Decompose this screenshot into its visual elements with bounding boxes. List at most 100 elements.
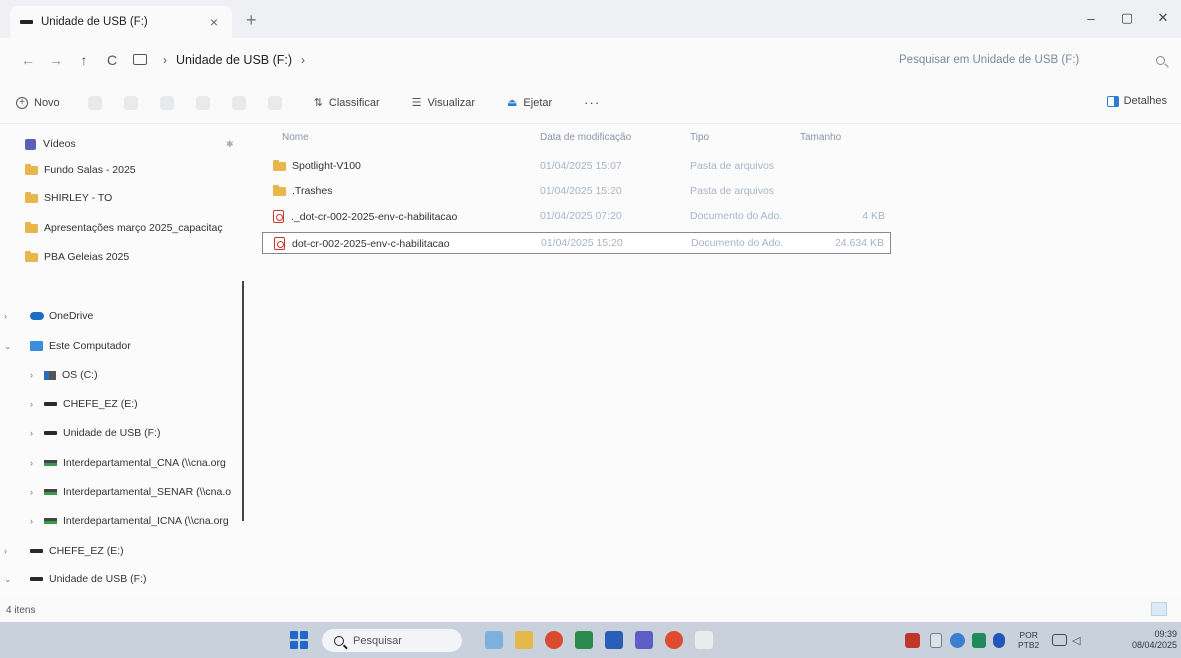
column-header-name[interactable]: Nome xyxy=(282,132,309,143)
computer-breadcrumb-button[interactable] xyxy=(126,52,154,68)
details-button[interactable]: Detalhes xyxy=(1106,95,1167,107)
item-count: 4 itens xyxy=(6,605,36,616)
widgets-icon[interactable] xyxy=(485,631,503,649)
usb-tray-icon[interactable] xyxy=(930,633,942,648)
breadcrumb-separator: › xyxy=(163,53,167,67)
sidebar-item-usb-f-root[interactable]: ⌄ Unidade de USB (F:) xyxy=(0,573,146,585)
folder-icon xyxy=(273,160,286,171)
active-tab[interactable]: Unidade de USB (F:) × xyxy=(10,6,232,38)
command-bar: + Novo ⇅ Classificar ☰ Visualizar ⏏ Ejet… xyxy=(0,82,1181,124)
sidebar-scrollbar[interactable] xyxy=(242,281,244,521)
details-view-toggle[interactable] xyxy=(1151,602,1167,616)
sidebar-item-label: Unidade de USB (F:) xyxy=(63,427,161,439)
refresh-button[interactable]: C xyxy=(98,52,126,68)
column-header-size[interactable]: Tamanho xyxy=(800,132,841,143)
search-placeholder: Pesquisar em Unidade de USB (F:) xyxy=(899,54,1080,66)
new-label: Novo xyxy=(34,96,60,109)
search-input[interactable]: Pesquisar em Unidade de USB (F:) xyxy=(889,47,1171,73)
file-row[interactable]: .Trashes 01/04/2025 15:20 Pasta de arqui… xyxy=(262,181,891,203)
sidebar-item-videos[interactable]: Vídeos xyxy=(25,138,76,150)
eject-button[interactable]: ⏏ Ejetar xyxy=(507,96,552,110)
network-drive-icon xyxy=(44,460,57,466)
column-header-date[interactable]: Data de modificação xyxy=(540,132,631,143)
view-button[interactable]: ☰ Visualizar xyxy=(412,96,475,110)
more-label: ··· xyxy=(584,95,601,110)
file-explorer-icon[interactable] xyxy=(515,631,533,649)
file-name: ._dot-cr-002-2025-env-c-habilitacao xyxy=(273,210,457,223)
file-row-selected[interactable]: dot-cr-002-2025-env-c-habilitacao 01/04/… xyxy=(262,232,891,254)
usb-drive-icon xyxy=(30,577,43,581)
network-tray-icon[interactable] xyxy=(950,633,965,648)
sidebar-item-fundo-salas[interactable]: Fundo Salas - 2025 xyxy=(25,163,136,176)
wifi-icon[interactable] xyxy=(1052,634,1067,646)
new-button[interactable]: + Novo xyxy=(16,96,60,109)
monitor-icon xyxy=(133,54,147,65)
dropbox-tray-icon[interactable] xyxy=(993,633,1005,648)
sidebar-item-interdepartamental-senar[interactable]: › Interdepartamental_SENAR (\\cna.o xyxy=(0,486,231,498)
paste-icon xyxy=(159,95,174,110)
tab-close-button[interactable]: × xyxy=(206,14,222,30)
sidebar-item-este-computador[interactable]: ⌄ Este Computador xyxy=(0,340,131,352)
volume-icon[interactable]: ◁ xyxy=(1072,634,1084,647)
sidebar-item-usb-f[interactable]: › Unidade de USB (F:) xyxy=(0,427,160,439)
sidebar-item-chefe-ez-e[interactable]: › CHEFE_EZ (E:) xyxy=(0,398,138,410)
powerpoint-icon[interactable] xyxy=(545,631,563,649)
breadcrumb-separator[interactable]: › xyxy=(301,53,305,67)
os-drive-icon xyxy=(44,370,56,380)
sidebar-item-label: Este Computador xyxy=(49,340,131,352)
file-row[interactable]: ._dot-cr-002-2025-env-c-habilitacao 01/0… xyxy=(262,206,891,228)
breadcrumb-current[interactable]: Unidade de USB (F:) xyxy=(176,53,292,67)
folder-icon xyxy=(273,185,286,196)
sort-button[interactable]: ⇅ Classificar xyxy=(314,96,380,110)
clock[interactable]: 09:39 08/04/2025 xyxy=(1132,629,1177,651)
chevron-right-icon[interactable]: › xyxy=(4,311,7,321)
back-button[interactable]: ← xyxy=(14,52,42,68)
file-name: .Trashes xyxy=(273,185,332,197)
chevron-right-icon[interactable]: › xyxy=(30,370,33,380)
chevron-down-icon[interactable]: ⌄ xyxy=(4,341,12,352)
start-button[interactable] xyxy=(290,631,308,649)
forward-button[interactable]: → xyxy=(42,52,70,68)
sort-label: Classificar xyxy=(328,96,380,109)
close-window-button[interactable]: ✕ xyxy=(1145,0,1181,36)
sidebar-item-shirley[interactable]: SHIRLEY - TO xyxy=(25,191,112,204)
input-language[interactable]: POR PTB2 xyxy=(1018,630,1039,650)
sidebar-item-interdepartamental-icna[interactable]: › Interdepartamental_ICNA (\\cna.org xyxy=(0,515,229,527)
sidebar-item-chefe-ez-e-root[interactable]: › CHEFE_EZ (E:) xyxy=(0,545,124,557)
sidebar-item-label: CHEFE_EZ (E:) xyxy=(49,545,124,557)
new-tab-button[interactable]: + xyxy=(246,10,257,31)
status-bar: 4 itens xyxy=(0,598,1181,622)
file-date: 01/04/2025 15:07 xyxy=(540,160,622,172)
chevron-right-icon[interactable]: › xyxy=(4,546,7,556)
chrome-icon[interactable] xyxy=(665,631,683,649)
sidebar-item-label: Interdepartamental_SENAR (\\cna.o xyxy=(63,486,232,498)
sidebar-item-onedrive[interactable]: › OneDrive xyxy=(0,310,93,322)
chevron-right-icon[interactable]: › xyxy=(30,516,33,526)
teams-icon[interactable] xyxy=(635,631,653,649)
chevron-right-icon[interactable]: › xyxy=(30,487,33,497)
up-button[interactable]: ↑ xyxy=(70,52,98,68)
sidebar-item-pba-geleias[interactable]: PBA Geleias 2025 xyxy=(25,250,129,263)
pdf-reader-icon[interactable] xyxy=(695,631,713,649)
excel-icon[interactable] xyxy=(575,631,593,649)
chevron-right-icon[interactable]: › xyxy=(30,428,33,438)
sidebar-item-os-c[interactable]: › OS (C:) xyxy=(0,369,98,381)
word-icon[interactable] xyxy=(605,631,623,649)
maximize-button[interactable]: ▢ xyxy=(1109,0,1145,36)
chevron-right-icon[interactable]: › xyxy=(30,399,33,409)
kaspersky-tray-icon[interactable] xyxy=(972,633,986,648)
more-options-button[interactable]: ··· xyxy=(584,95,600,110)
file-row[interactable]: Spotlight-V100 01/04/2025 15:07 Pasta de… xyxy=(262,156,891,178)
sidebar-item-interdepartamental-cna[interactable]: › Interdepartamental_CNA (\\cna.org xyxy=(0,457,226,469)
sidebar-item-label: Interdepartamental_ICNA (\\cna.org xyxy=(63,515,229,527)
navigation-pane: Vídeos ✱ Fundo Salas - 2025 SHIRLEY - TO… xyxy=(0,124,245,598)
minimize-button[interactable]: – xyxy=(1073,0,1109,36)
sidebar-item-label: Unidade de USB (F:) xyxy=(49,573,147,585)
chevron-right-icon[interactable]: › xyxy=(30,458,33,468)
acrobat-tray-icon[interactable] xyxy=(905,633,920,648)
sidebar-item-apresentacoes[interactable]: Apresentações março 2025_capacitaç xyxy=(25,221,223,234)
taskbar-search[interactable]: Pesquisar xyxy=(322,629,462,652)
file-date: 01/04/2025 15:20 xyxy=(541,237,623,249)
chevron-down-icon[interactable]: ⌄ xyxy=(4,574,12,585)
column-header-type[interactable]: Tipo xyxy=(690,132,709,143)
